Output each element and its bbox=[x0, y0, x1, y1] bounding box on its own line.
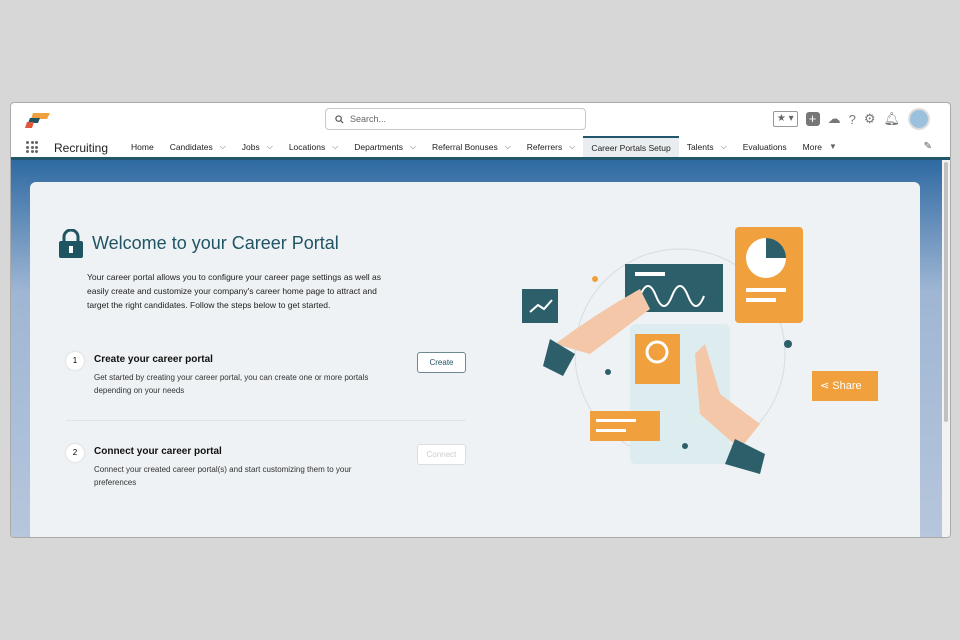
chevron-down-icon[interactable]: ⌵ bbox=[267, 142, 273, 152]
chevron-down-icon[interactable]: ⌵ bbox=[505, 142, 511, 152]
step-description: Get started by creating your career port… bbox=[94, 373, 369, 395]
step-title: Create your career portal bbox=[94, 354, 213, 365]
app-launcher-icon[interactable] bbox=[26, 141, 38, 153]
chevron-down-icon[interactable]: ⌵ bbox=[220, 142, 226, 152]
tab-jobs[interactable]: Jobs ⌵ bbox=[234, 136, 281, 157]
tab-career-portals-setup[interactable]: Career Portals Setup bbox=[583, 136, 679, 157]
tab-referral-bonuses[interactable]: Referral Bonuses ⌵ bbox=[424, 136, 519, 157]
global-header: Search... ★ ▾ + ☁ ? ⚙ 🔔︎ bbox=[11, 103, 950, 136]
tab-label: Evaluations bbox=[742, 141, 787, 152]
nav-bar: Recruiting Home Candidates ⌵ Jobs ⌵ Locations… bbox=[11, 136, 950, 160]
favorites-button[interactable]: ★ ▾ bbox=[772, 111, 798, 127]
avatar[interactable] bbox=[908, 108, 930, 130]
tab-label: Departments bbox=[354, 141, 403, 152]
divider bbox=[66, 420, 466, 421]
career-portal-illustration: ⋖ Share bbox=[520, 224, 878, 489]
tab-departments[interactable]: Departments ⌵ bbox=[346, 136, 424, 157]
chevron-down-icon[interactable]: ⌵ bbox=[410, 142, 416, 152]
app-logo bbox=[25, 113, 50, 128]
tab-label: Locations bbox=[288, 141, 326, 152]
career-portal-card: Welcome to your Career Portal Your caree… bbox=[30, 182, 920, 537]
gear-icon[interactable]: ⚙ bbox=[864, 111, 876, 127]
tab-label: More bbox=[802, 141, 823, 152]
edit-nav-icon[interactable]: ✎ bbox=[924, 141, 932, 152]
page-background: Welcome to your Career Portal Your caree… bbox=[11, 160, 942, 537]
search-input[interactable]: Search... bbox=[325, 108, 586, 130]
add-icon[interactable]: + bbox=[805, 112, 820, 126]
tab-label: Referrers bbox=[526, 141, 563, 152]
share-button: ⋖ Share bbox=[812, 371, 878, 401]
tab-label: Jobs bbox=[241, 141, 260, 152]
help-icon[interactable]: ? bbox=[849, 112, 856, 127]
caret-down-icon: ▼ bbox=[829, 142, 837, 151]
create-button[interactable]: Create bbox=[417, 352, 466, 373]
tab-talents[interactable]: Talents ⌵ bbox=[679, 136, 735, 157]
tab-locations[interactable]: Locations ⌵ bbox=[281, 136, 346, 157]
tab-label: Talents bbox=[686, 141, 714, 152]
intro-text: Your career portal allows you to configu… bbox=[87, 272, 382, 310]
tab-more[interactable]: More ▼ bbox=[795, 136, 845, 157]
tab-referrers[interactable]: Referrers ⌵ bbox=[519, 136, 584, 157]
tab-candidates[interactable]: Candidates ⌵ bbox=[162, 136, 234, 157]
step-number: 2 bbox=[66, 444, 84, 462]
step-number: 1 bbox=[66, 352, 84, 370]
lock-icon bbox=[59, 229, 83, 258]
scrollbar[interactable] bbox=[942, 160, 950, 537]
step-description: Connect your created career portal(s) an… bbox=[94, 465, 352, 487]
step-title: Connect your career portal bbox=[94, 446, 222, 457]
tab-home[interactable]: Home bbox=[123, 136, 162, 157]
browser-window: Search... ★ ▾ + ☁ ? ⚙ 🔔︎ Recruiting Home… bbox=[10, 102, 951, 538]
app-name: Recruiting bbox=[54, 141, 109, 155]
search-placeholder: Search... bbox=[350, 114, 387, 124]
tab-label: Home bbox=[131, 141, 154, 152]
share-label: Share bbox=[832, 380, 862, 392]
tab-evaluations[interactable]: Evaluations bbox=[735, 136, 795, 157]
tab-label: Candidates bbox=[169, 141, 213, 152]
tab-label: Career Portals Setup bbox=[591, 142, 671, 153]
chevron-down-icon[interactable]: ⌵ bbox=[721, 142, 727, 152]
bell-icon[interactable]: 🔔︎ bbox=[883, 111, 900, 127]
trailhead-icon[interactable]: ☁ bbox=[828, 111, 841, 127]
search-icon bbox=[335, 115, 344, 124]
page-title: Welcome to your Career Portal bbox=[92, 233, 339, 253]
connect-button[interactable]: Connect bbox=[417, 444, 466, 465]
chevron-down-icon[interactable]: ⌵ bbox=[332, 142, 338, 152]
share-icon: ⋖ bbox=[820, 380, 833, 392]
tab-label: Referral Bonuses bbox=[432, 141, 498, 152]
chevron-down-icon[interactable]: ⌵ bbox=[569, 142, 575, 152]
